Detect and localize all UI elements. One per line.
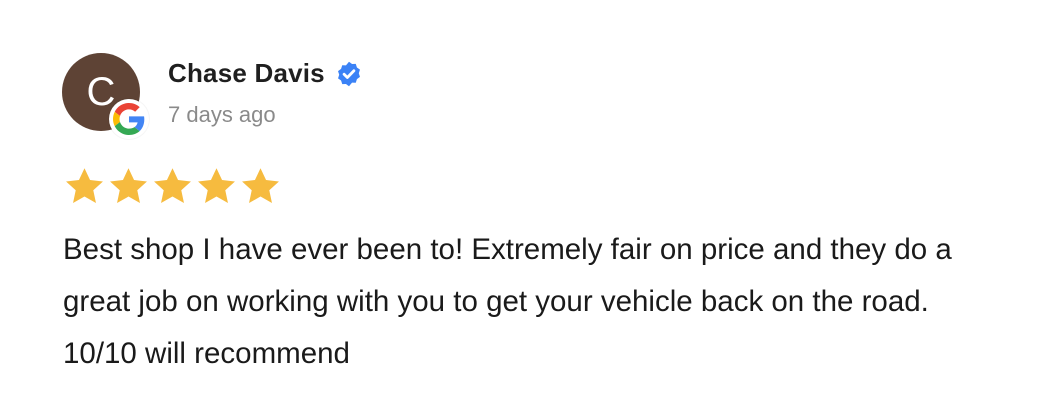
review-card: C Chase Davis 7 days ago Best shop I hav… [0, 0, 1060, 416]
star-icon [110, 168, 147, 203]
star-icon [242, 168, 279, 203]
avatar-wrapper: C [62, 53, 152, 143]
star-icon [66, 168, 103, 203]
star-icon [198, 168, 235, 203]
verified-badge-icon [337, 61, 360, 86]
reviewer-name[interactable]: Chase Davis [168, 58, 325, 89]
google-g-icon [113, 103, 145, 135]
review-text: Best shop I have ever been to! Extremely… [63, 233, 952, 370]
star-rating [63, 165, 282, 208]
reviewer-name-row: Chase Davis [168, 58, 363, 89]
review-time: 7 days ago [168, 102, 276, 127]
google-source-badge [109, 99, 149, 139]
star-icon [154, 168, 191, 203]
